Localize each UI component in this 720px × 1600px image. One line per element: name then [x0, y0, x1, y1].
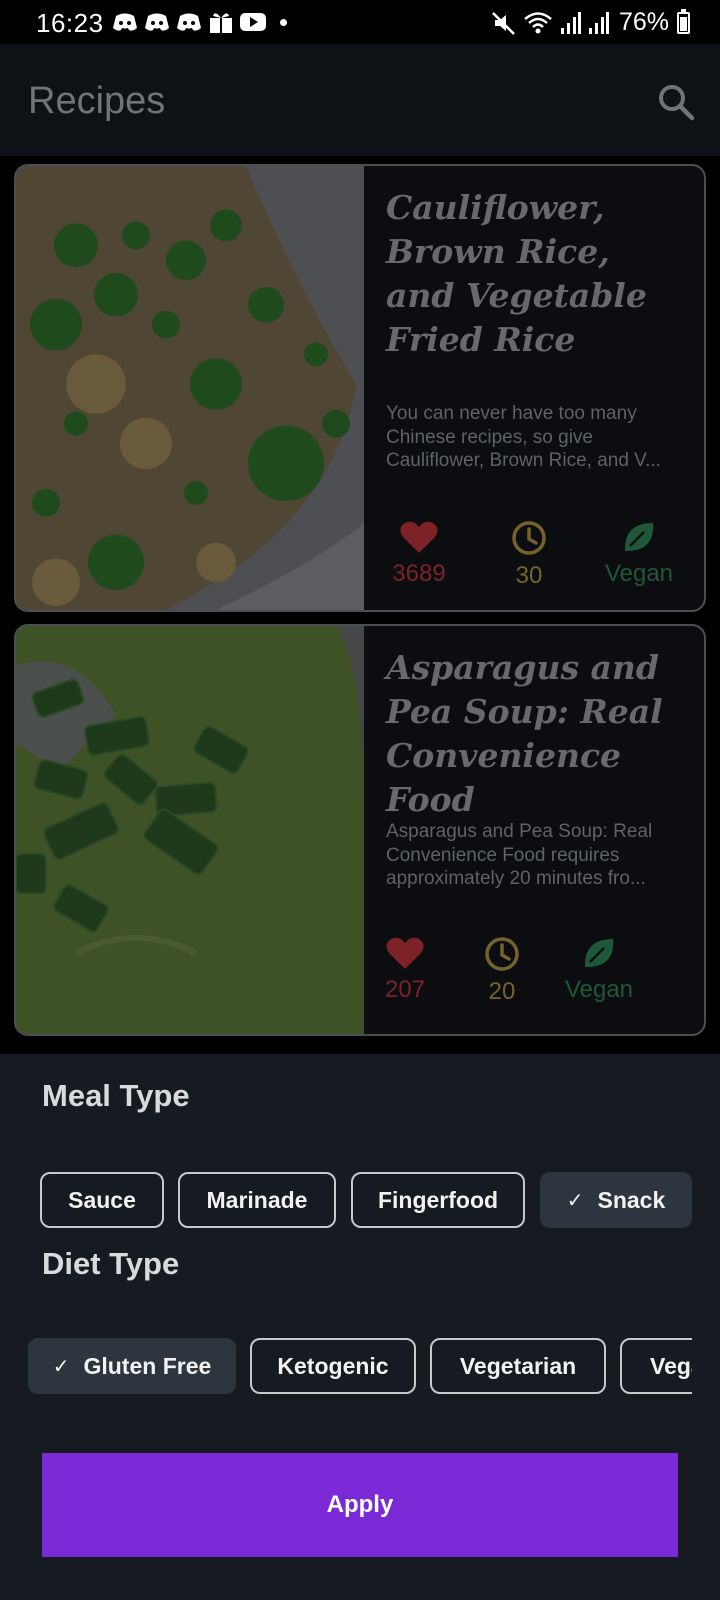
signal-icon — [588, 11, 609, 34]
search-icon[interactable] — [656, 82, 696, 122]
recipe-info: Asparagus and Pea Soup: Real Convenience… — [364, 626, 704, 1034]
meal-type-heading: Meal Type — [42, 1078, 190, 1113]
likes-stat: 3689 — [364, 520, 474, 590]
chip-diet-vegan[interactable]: Vegan — [620, 1338, 692, 1394]
clock-icon — [512, 521, 546, 555]
minutes-value: 20 — [488, 978, 516, 1005]
chip-meal-marinade[interactable]: Marinade — [178, 1172, 336, 1228]
status-time: 16:23 — [36, 8, 104, 38]
chip-diet-vegetarian[interactable]: Vegetarian — [430, 1338, 606, 1394]
heart-icon — [400, 521, 438, 553]
recipe-card[interactable]: Cauliflower, Brown Rice, and Vegetable F… — [14, 164, 706, 612]
filter-bottom-sheet: Meal Type Sauce Marinade Fingerfood ✓ Sn… — [0, 1054, 720, 1600]
discord-icon — [113, 13, 137, 31]
likes-count: 207 — [384, 976, 426, 1003]
recipe-image-pea-soup — [16, 626, 364, 1034]
recipe-title: Cauliflower, Brown Rice, and Vegetable F… — [386, 188, 647, 359]
leaf-icon — [584, 939, 614, 967]
recipe-image-fried-rice — [16, 166, 364, 610]
clock-icon — [485, 937, 519, 971]
leaf-icon — [624, 523, 654, 551]
signal-icon — [560, 11, 581, 34]
wifi-icon — [524, 11, 552, 33]
notification-icons — [112, 10, 287, 34]
heart-icon — [386, 937, 424, 969]
chip-diet-gluten-free[interactable]: ✓ Gluten Free — [28, 1338, 236, 1394]
recipe-title: Asparagus and Pea Soup: Real Convenience… — [386, 648, 663, 819]
time-stat: 20 — [460, 936, 544, 1006]
recipe-list[interactable]: Cauliflower, Brown Rice, and Vegetable F… — [0, 156, 720, 1054]
diet-stat: Vegan — [544, 936, 654, 1006]
battery-icon — [677, 8, 690, 34]
check-icon: ✓ — [566, 1189, 584, 1212]
apply-button[interactable]: Apply — [42, 1453, 678, 1557]
diet-type-heading: Diet Type — [42, 1246, 180, 1281]
recipe-info: Cauliflower, Brown Rice, and Vegetable F… — [364, 166, 704, 610]
chip-meal-fingerfood[interactable]: Fingerfood — [351, 1172, 525, 1228]
dot-icon — [280, 18, 287, 26]
app-bar: Recipes — [0, 44, 720, 156]
diet-label: Vegan — [604, 560, 674, 587]
discord-icon — [145, 13, 169, 31]
youtube-icon — [240, 13, 266, 31]
likes-stat: 207 — [350, 936, 460, 1006]
recipe-card[interactable]: Asparagus and Pea Soup: Real Convenience… — [14, 624, 706, 1036]
time-stat: 30 — [474, 520, 584, 590]
minutes-value: 30 — [515, 562, 543, 589]
recipe-description: Asparagus and Pea Soup: Real Convenience… — [386, 821, 653, 889]
diet-stat: Vegan — [584, 520, 694, 590]
status-bar: 16:23 76% — [0, 0, 720, 44]
gift-icon — [210, 13, 232, 33]
chip-diet-ketogenic[interactable]: Ketogenic — [250, 1338, 416, 1394]
battery-percent: 76% — [618, 8, 669, 36]
discord-icon — [177, 13, 201, 31]
recipe-description: You can never have too many Chinese reci… — [386, 403, 661, 471]
system-icons: 76% — [491, 8, 690, 37]
chip-meal-sauce[interactable]: Sauce — [40, 1172, 164, 1228]
mute-icon — [492, 11, 515, 35]
page-title: Recipes — [28, 80, 166, 122]
diet-chip-row[interactable]: ✓ Gluten Free Ketogenic Vegetarian Vegan — [0, 1328, 692, 1408]
recipe-stats: 207 20 Vegan — [350, 936, 704, 1006]
check-icon: ✓ — [52, 1355, 70, 1378]
recipe-stats: 3689 30 Vegan — [364, 520, 704, 590]
likes-count: 3689 — [392, 560, 446, 587]
chip-meal-snack[interactable]: ✓ Snack — [540, 1172, 692, 1228]
diet-label: Vegan — [564, 976, 634, 1003]
